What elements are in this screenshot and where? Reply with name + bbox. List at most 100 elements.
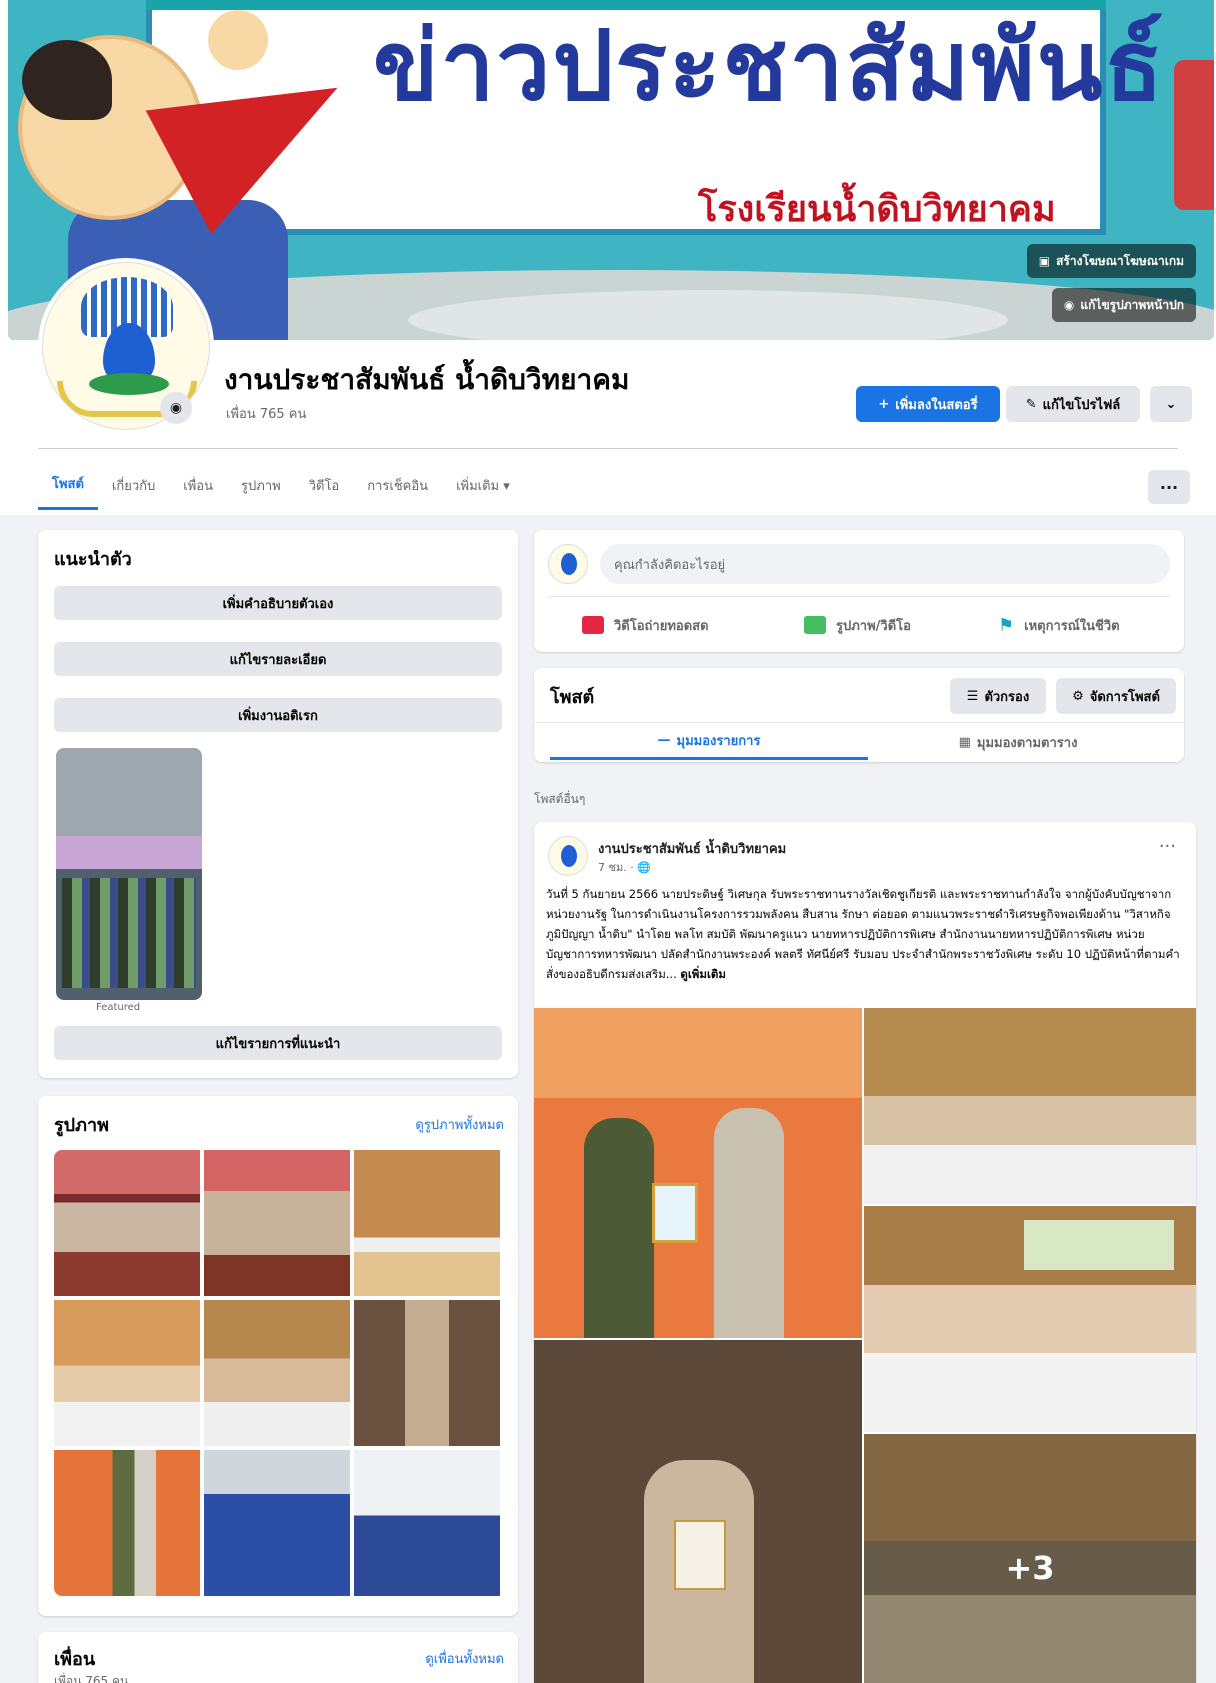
- photo-thumbnail[interactable]: [354, 1150, 500, 1296]
- tab-more[interactable]: เพิ่มเติม ▾: [442, 460, 524, 510]
- intro-title: แนะนำตัว: [54, 549, 132, 570]
- header-divider: [38, 448, 1178, 449]
- list-icon: —: [657, 733, 671, 748]
- tabs-overflow-button[interactable]: ···: [1148, 470, 1190, 504]
- edit-cover-label: แก้ไขรูปภาพหน้าปก: [1080, 297, 1184, 312]
- media-person: [714, 1108, 784, 1338]
- grid-view-tab[interactable]: ▦ มุมมองตามตาราง: [868, 724, 1168, 760]
- tab-friends[interactable]: เพื่อน: [169, 460, 227, 510]
- live-video-label: วิดีโอถ่ายทอดสด: [614, 618, 709, 634]
- flag-icon: ⚑: [998, 614, 1015, 636]
- friends-count: เพื่อน 765 คน: [54, 1674, 129, 1683]
- photos-title: รูปภาพ: [54, 1115, 109, 1136]
- post-text: วันที่ 5 กันยายน 2566 นายประดิษฐ์ วิเศษก…: [546, 887, 1180, 981]
- media-person: [584, 1118, 654, 1338]
- edit-cover-button[interactable]: ◉ แก้ไขรูปภาพหน้าปก: [1051, 288, 1196, 322]
- list-view-label: มุมมองรายการ: [676, 734, 761, 749]
- see-all-photos-link[interactable]: ดูรูปภาพทั้งหมด: [415, 1114, 504, 1135]
- edit-profile-label: แก้ไขโปรไฟล์: [1042, 397, 1121, 413]
- media-photo[interactable]: [534, 1340, 862, 1683]
- posts-toolbar-divider: [534, 722, 1184, 723]
- photo-video-button[interactable]: รูปภาพ/วิดีโอ: [804, 606, 911, 644]
- other-posts-label: โพสต์อื่นๆ: [534, 792, 586, 806]
- manage-posts-button[interactable]: ⚙ จัดการโพสต์: [1056, 678, 1176, 714]
- photo-icon: [804, 616, 826, 634]
- add-to-story-button[interactable]: + เพิ่มลงในสตอรี่: [856, 386, 1000, 422]
- profile-header: ข่าวประชาสัมพันธ์ โรงเรียนน้ำดิบวิทยาคม …: [0, 0, 1216, 515]
- tab-posts[interactable]: โพสต์: [38, 460, 98, 510]
- cover-subtitle: โรงเรียนน้ำดิบวิทยาคม: [698, 189, 1056, 230]
- featured-photo: [62, 878, 196, 988]
- profile-tabs: โพสต์ เกี่ยวกับ เพื่อน รูปภาพ วิดีโอ การ…: [38, 460, 524, 510]
- tab-about[interactable]: เกี่ยวกับ: [98, 460, 169, 510]
- tab-photos[interactable]: รูปภาพ: [227, 460, 295, 510]
- friends-card: เพื่อน ดูเพื่อนทั้งหมด เพื่อน 765 คน: [38, 1632, 518, 1683]
- chevron-down-icon: ⌄: [1165, 396, 1177, 412]
- media-screen: [1024, 1220, 1174, 1270]
- add-to-story-label: เพิ่มลงในสตอรี่: [895, 397, 978, 413]
- photo-thumbnail[interactable]: [204, 1150, 350, 1296]
- create-ad-button[interactable]: ▣ สร้างโฆษณาโฆษณาเกม: [1026, 244, 1196, 278]
- photo-thumbnail[interactable]: [204, 1450, 350, 1596]
- media-photo[interactable]: +3: [864, 1434, 1196, 1683]
- add-bio-button[interactable]: เพิ่มคำอธิบายตัวเอง: [54, 586, 502, 620]
- live-video-button[interactable]: วิดีโอถ่ายทอดสด: [582, 606, 709, 644]
- cover-title: ข่าวประชาสัมพันธ์: [373, 10, 1165, 122]
- media-photo[interactable]: [534, 1008, 862, 1338]
- intro-card: แนะนำตัว เพิ่มคำอธิบายตัวเอง แก้ไขรายละเ…: [38, 530, 518, 1078]
- photo-thumbnail[interactable]: [54, 1300, 200, 1446]
- post-composer: คุณกำลังคิดอะไรอยู่ วิดีโอถ่ายทอดสด รูปภ…: [534, 530, 1184, 652]
- friends-title: เพื่อน: [54, 1649, 96, 1670]
- composer-avatar[interactable]: [548, 544, 588, 584]
- media-photo[interactable]: [864, 1008, 1196, 1204]
- post-author-avatar[interactable]: [548, 836, 588, 876]
- photo-video-label: รูปภาพ/วิดีโอ: [836, 618, 911, 634]
- post-timestamp[interactable]: 7 ชม. · 🌐: [598, 858, 651, 876]
- camera-icon: ◉: [1063, 298, 1075, 312]
- more-photos-overlay[interactable]: +3: [864, 1434, 1196, 1683]
- photo-thumbnail[interactable]: [54, 1150, 200, 1296]
- grid-view-label: มุมมองตามตาราง: [976, 735, 1078, 751]
- create-ad-label: สร้างโฆษณาโฆษณาเกม: [1056, 253, 1184, 268]
- update-picture-camera-icon[interactable]: ◉: [160, 392, 192, 424]
- composer-input[interactable]: คุณกำลังคิดอะไรอยู่: [600, 544, 1170, 584]
- tab-checkins[interactable]: การเช็คอิน: [353, 460, 442, 510]
- photos-card: รูปภาพ ดูรูปภาพทั้งหมด: [38, 1096, 518, 1616]
- more-options-button[interactable]: ⌄: [1150, 386, 1192, 422]
- list-view-tab[interactable]: — มุมมองรายการ: [550, 724, 868, 760]
- edit-details-button[interactable]: แก้ไขรายละเอียด: [54, 642, 502, 676]
- featured-label: Featured: [96, 1002, 141, 1013]
- mascot-hair: [22, 40, 112, 120]
- followers-count[interactable]: เพื่อน 765 คน: [226, 403, 306, 424]
- see-more-link[interactable]: ดูเพิ่มเติม: [680, 967, 726, 981]
- photo-thumbnail[interactable]: [354, 1450, 500, 1596]
- plus-icon: +: [878, 396, 890, 412]
- ad-icon: ▣: [1038, 254, 1051, 268]
- post-body: วันที่ 5 กันยายน 2566 นายประดิษฐ์ วิเศษก…: [546, 884, 1186, 984]
- post-options-icon[interactable]: ···: [1159, 836, 1176, 857]
- photo-grid: [54, 1150, 506, 1596]
- filter-label: ตัวกรอง: [984, 689, 1030, 705]
- photo-thumbnail[interactable]: [354, 1300, 500, 1446]
- photo-thumbnail[interactable]: [204, 1300, 350, 1446]
- see-all-friends-link[interactable]: ดูเพื่อนทั้งหมด: [425, 1648, 504, 1669]
- composer-divider: [548, 596, 1170, 597]
- page-title: งานประชาสัมพันธ์ น้ำดิบวิทยาคม: [224, 363, 630, 396]
- cover-strip: [146, 0, 1106, 10]
- edit-profile-button[interactable]: ✎ แก้ไขโปรไฟล์: [1006, 386, 1140, 422]
- manage-posts-label: จัดการโพสต์: [1089, 689, 1160, 705]
- filter-button[interactable]: ☰ ตัวกรอง: [950, 678, 1046, 714]
- post-author-name[interactable]: งานประชาสัมพันธ์ น้ำดิบวิทยาคม: [598, 838, 786, 859]
- life-event-button[interactable]: ⚑ เหตุการณ์ในชีวิต: [998, 606, 1120, 644]
- grid-icon: ▦: [958, 734, 971, 750]
- photo-thumbnail[interactable]: [54, 1450, 200, 1596]
- media-certificate: [674, 1520, 726, 1590]
- cover-decoration: [1174, 60, 1214, 210]
- add-hobbies-button[interactable]: เพิ่มงานอดิเรก: [54, 698, 502, 732]
- post-card: งานประชาสัมพันธ์ น้ำดิบวิทยาคม 7 ชม. · 🌐…: [534, 822, 1196, 1683]
- featured-item[interactable]: [56, 748, 202, 1000]
- media-photo[interactable]: [864, 1206, 1196, 1432]
- tab-videos[interactable]: วิดีโอ: [295, 460, 354, 510]
- media-certificate: [652, 1183, 698, 1243]
- edit-featured-button[interactable]: แก้ไขรายการที่แนะนำ: [54, 1026, 502, 1060]
